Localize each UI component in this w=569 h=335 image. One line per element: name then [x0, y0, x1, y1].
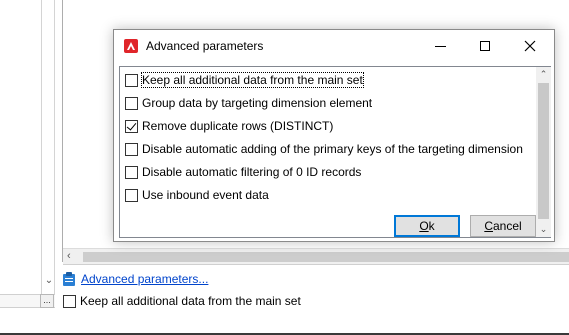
option-checkbox[interactable] [125, 142, 138, 156]
ellipsis-button[interactable]: ... [40, 294, 54, 308]
option-inbound-event-data[interactable]: Use inbound event data [125, 186, 269, 204]
advanced-parameters-row: Advanced parameters... [63, 270, 208, 288]
option-checkbox[interactable] [125, 188, 138, 202]
cancel-mnemonic: C [484, 219, 493, 233]
maximize-icon [480, 41, 490, 51]
options-list: Keep all additional data from the main s… [119, 66, 551, 238]
option-disable-zero-id-filter[interactable]: Disable automatic filtering of 0 ID reco… [125, 163, 361, 181]
chevron-up-icon[interactable]: ⌃ [536, 67, 551, 82]
option-keep-all-data[interactable]: Keep all additional data from the main s… [125, 71, 364, 89]
advanced-parameters-dialog: Advanced parameters Keep all additional … [113, 29, 555, 242]
divider [63, 264, 569, 265]
dialog-titlebar[interactable]: Advanced parameters [114, 30, 554, 61]
horizontal-scroll-thumb[interactable] [83, 252, 569, 262]
scroll-down-icon[interactable]: ⌄ [44, 276, 54, 286]
scroll-left-icon[interactable]: ‹ [67, 250, 71, 262]
cancel-button[interactable]: Cancel [470, 215, 536, 237]
ok-mnemonic: O [419, 219, 429, 233]
adobe-app-icon [124, 39, 138, 53]
left-panel [0, 0, 41, 295]
option-disable-primary-keys[interactable]: Disable automatic adding of the primary … [125, 140, 523, 158]
keep-all-data-checkbox[interactable] [63, 294, 76, 308]
option-label: Remove duplicate rows (DISTINCT) [142, 119, 334, 133]
option-label: Use inbound event data [142, 188, 269, 202]
option-label: Disable automatic filtering of 0 ID reco… [142, 165, 362, 179]
maximize-button[interactable] [465, 34, 505, 58]
left-vertical-scrollbar[interactable]: ⌄ [41, 0, 55, 295]
keep-all-data-row[interactable]: Keep all additional data from the main s… [63, 293, 301, 309]
keep-all-data-label: Keep all additional data from the main s… [80, 294, 301, 308]
option-remove-duplicates[interactable]: Remove duplicate rows (DISTINCT) [125, 117, 333, 135]
advanced-parameters-link[interactable]: Advanced parameters... [81, 272, 208, 286]
option-group-data[interactable]: Group data by targeting dimension elemen… [125, 94, 372, 112]
option-label: Disable automatic adding of the primary … [142, 142, 523, 156]
minimize-button[interactable] [420, 34, 460, 58]
ok-button[interactable]: Ok [394, 215, 460, 237]
minimize-icon [434, 45, 446, 47]
cancel-label: ancel [492, 219, 522, 233]
option-label: Keep all additional data from the main s… [141, 72, 364, 88]
close-icon [524, 40, 536, 52]
horizontal-scrollbar[interactable]: ‹ [63, 248, 569, 264]
option-label: Group data by targeting dimension elemen… [142, 96, 373, 110]
option-checkbox[interactable] [125, 73, 138, 87]
vertical-scroll-thumb[interactable] [538, 83, 549, 219]
dialog-title: Advanced parameters [146, 39, 264, 53]
option-checkbox[interactable] [125, 96, 138, 110]
chevron-down-icon[interactable]: ⌄ [536, 222, 551, 237]
close-button[interactable] [510, 34, 550, 58]
clipboard-icon [63, 272, 75, 286]
options-vertical-scrollbar[interactable]: ⌃ ⌄ [536, 67, 551, 237]
option-checkbox-checked[interactable] [125, 119, 138, 133]
option-checkbox[interactable] [125, 165, 138, 179]
ok-label: k [428, 219, 435, 233]
